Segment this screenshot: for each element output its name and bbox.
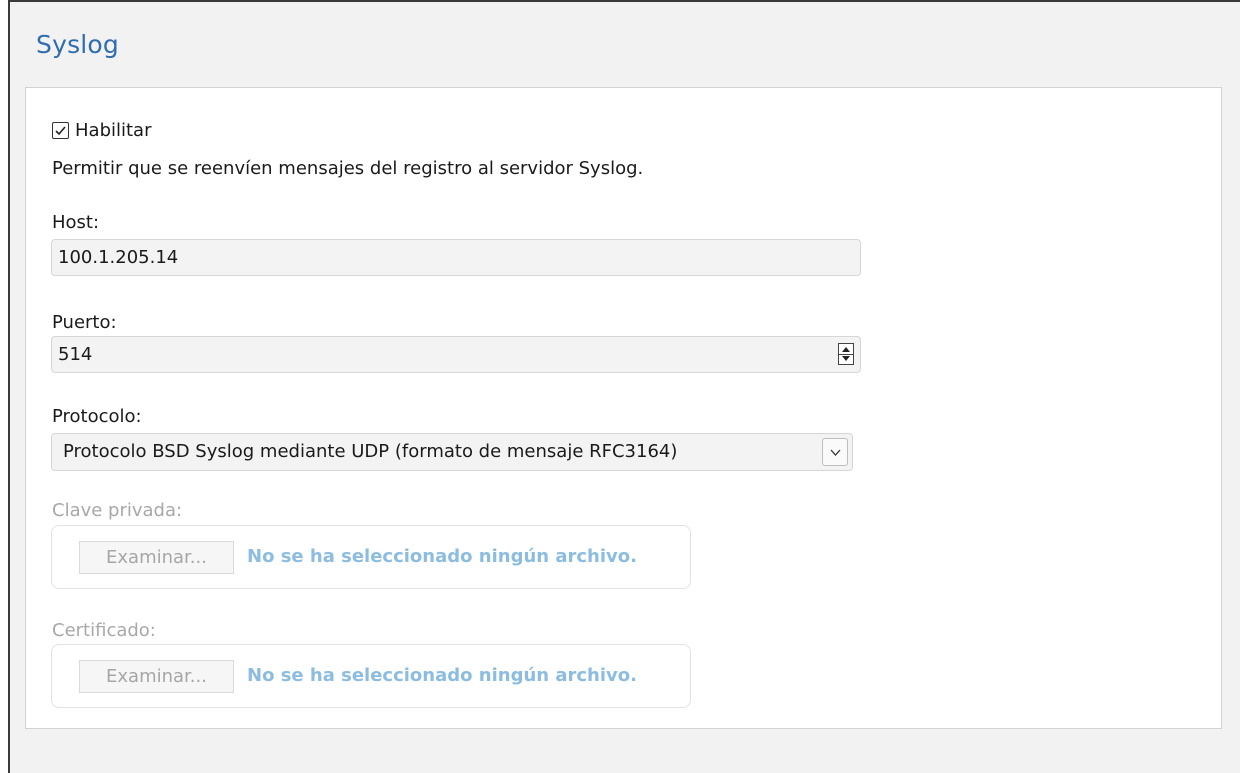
- port-input[interactable]: 514: [51, 336, 861, 373]
- settings-window: Syslog Habilitar Permitir que se reenvíe…: [8, 0, 1240, 773]
- certificate-label: Certificado:: [52, 620, 156, 641]
- certificate-browse-button[interactable]: Examinar...: [79, 660, 234, 693]
- syslog-panel: Habilitar Permitir que se reenvíen mensa…: [25, 87, 1222, 729]
- certificate-file-input: Examinar... No se ha seleccionado ningún…: [51, 644, 691, 708]
- stepper-divider: [839, 354, 853, 355]
- section-title: Syslog: [36, 30, 119, 59]
- protocol-select[interactable]: Protocolo BSD Syslog mediante UDP (forma…: [51, 433, 853, 471]
- host-label: Host:: [52, 212, 100, 233]
- enable-label[interactable]: Habilitar: [75, 120, 151, 141]
- increment-arrow-icon[interactable]: [842, 347, 850, 352]
- protocol-dropdown-button[interactable]: [822, 438, 848, 466]
- enable-checkbox[interactable]: [52, 122, 69, 139]
- chevron-down-icon: [830, 449, 841, 456]
- port-stepper[interactable]: [838, 343, 854, 365]
- host-input[interactable]: 100.1.205.14: [51, 239, 861, 276]
- checkmark-icon: [55, 126, 66, 136]
- decrement-arrow-icon[interactable]: [842, 356, 850, 361]
- certificate-file-status: No se ha seleccionado ningún archivo.: [247, 665, 637, 686]
- private-key-label: Clave privada:: [52, 500, 183, 521]
- private-key-browse-button[interactable]: Examinar...: [79, 541, 234, 574]
- port-label: Puerto:: [52, 312, 117, 333]
- protocol-label: Protocolo:: [52, 406, 142, 427]
- enable-row: Habilitar: [52, 120, 151, 141]
- private-key-file-input: Examinar... No se ha seleccionado ningún…: [51, 525, 691, 589]
- protocol-selected-value: Protocolo BSD Syslog mediante UDP (forma…: [63, 441, 678, 462]
- enable-description: Permitir que se reenvíen mensajes del re…: [52, 158, 644, 179]
- private-key-file-status: No se ha seleccionado ningún archivo.: [247, 546, 637, 567]
- port-value: 514: [58, 344, 93, 365]
